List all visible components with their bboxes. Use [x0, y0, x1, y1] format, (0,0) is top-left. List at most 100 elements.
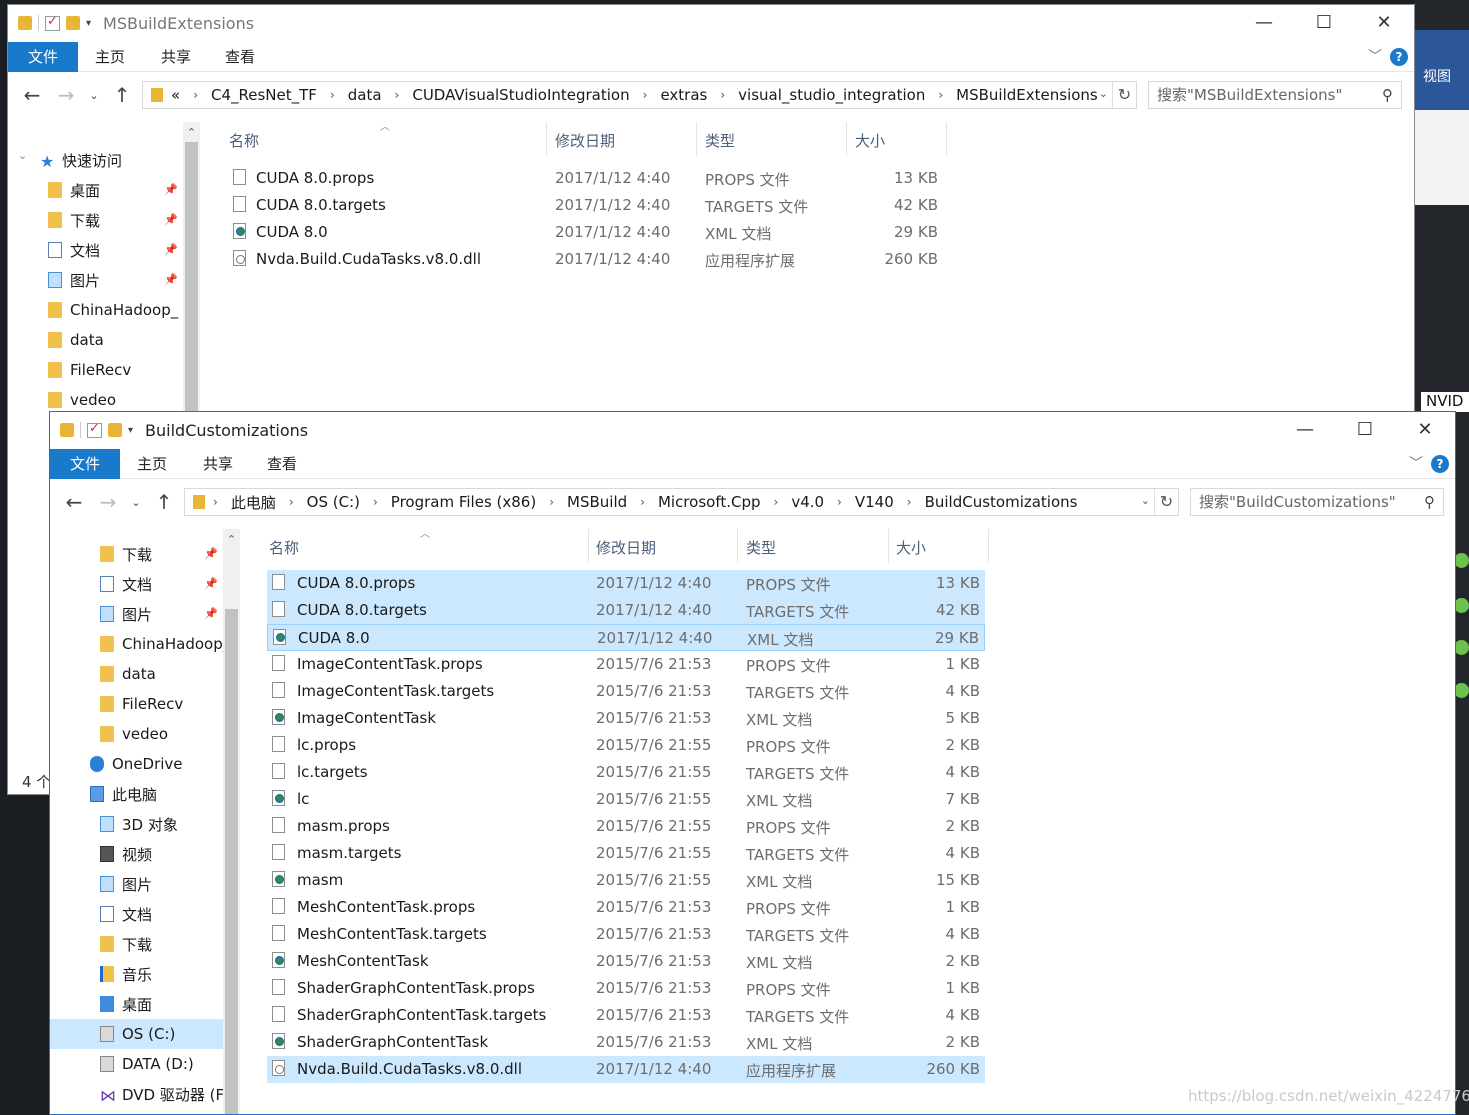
- column-type[interactable]: 类型: [746, 537, 776, 558]
- title-bar[interactable]: ▾ BuildCustomizations — ☐ ✕: [50, 412, 1455, 448]
- nav-item[interactable]: ChinaHadoop_: [8, 295, 182, 325]
- breadcrumb-item[interactable]: visual_studio_integration: [738, 86, 925, 104]
- nav-item[interactable]: 3D 对象: [50, 809, 224, 839]
- table-row[interactable]: masm 2015/7/6 21:55 XML 文档 15 KB: [267, 867, 985, 894]
- table-row[interactable]: lc 2015/7/6 21:55 XML 文档 7 KB: [267, 786, 985, 813]
- breadcrumb-item[interactable]: CUDAVisualStudioIntegration: [412, 86, 629, 104]
- table-row[interactable]: MeshContentTask.targets 2015/7/6 21:53 TAR…: [267, 921, 985, 948]
- forward-icon[interactable]: →: [91, 490, 125, 514]
- pin-icon[interactable]: 📌: [204, 577, 218, 590]
- breadcrumb-separator-icon[interactable]: ›: [330, 88, 335, 102]
- new-folder-icon[interactable]: [66, 16, 80, 30]
- nav-scrollbar[interactable]: ⌃: [223, 529, 240, 1114]
- pin-icon[interactable]: 📌: [204, 547, 218, 560]
- nav-item[interactable]: 音乐: [50, 959, 224, 989]
- nav-item[interactable]: 图片: [50, 869, 224, 899]
- breadcrumb-separator-icon[interactable]: ›: [549, 495, 554, 509]
- nav-item[interactable]: ChinaHadoop_: [50, 629, 230, 659]
- help-icon[interactable]: ?: [1431, 455, 1449, 473]
- nav-item[interactable]: OS (C:): [50, 1019, 224, 1049]
- table-row[interactable]: ImageContentTask.props 2015/7/6 21:53 PROP…: [267, 651, 985, 678]
- search-icon[interactable]: ⚲: [1382, 82, 1393, 108]
- breadcrumb-item[interactable]: Microsoft.Cpp: [658, 493, 761, 511]
- tab-view[interactable]: 查看: [260, 449, 304, 479]
- customize-dropdown-icon[interactable]: ▾: [86, 18, 91, 29]
- column-size[interactable]: 大小: [896, 537, 926, 558]
- table-row[interactable]: ShaderGraphContentTask.targets 2015/7/6 2…: [267, 1002, 985, 1029]
- expand-ribbon-icon[interactable]: ﹀: [1368, 46, 1382, 66]
- customize-dropdown-icon[interactable]: ▾: [128, 425, 133, 436]
- minimize-icon[interactable]: —: [1275, 412, 1335, 448]
- pin-icon[interactable]: 📌: [164, 213, 178, 226]
- breadcrumb-separator-icon[interactable]: ›: [907, 495, 912, 509]
- maximize-icon[interactable]: ☐: [1294, 5, 1354, 41]
- table-row[interactable]: Nvda.Build.CudaTasks.v8.0.dll 2017/1/12 4…: [228, 246, 948, 273]
- table-row[interactable]: ShaderGraphContentTask.props 2015/7/6 21:…: [267, 975, 985, 1002]
- table-row[interactable]: ImageContentTask 2015/7/6 21:53 XML 文档 5 KB: [267, 705, 985, 732]
- breadcrumb-separator-icon[interactable]: ›: [774, 495, 779, 509]
- address-dropdown-icon[interactable]: ⌄: [1141, 494, 1150, 507]
- table-row[interactable]: MeshContentTask 2015/7/6 21:53 XML 文档 2 KB: [267, 948, 985, 975]
- tab-view[interactable]: 查看: [218, 42, 262, 72]
- tab-file[interactable]: 文件: [8, 42, 78, 72]
- breadcrumb-separator-icon[interactable]: ›: [193, 88, 198, 102]
- expand-ribbon-icon[interactable]: ﹀: [1409, 453, 1423, 473]
- column-name[interactable]: 名称: [269, 537, 299, 558]
- tab-share[interactable]: 共享: [196, 449, 240, 479]
- title-bar[interactable]: ▾ MSBuildExtensions — ☐ ✕: [8, 5, 1414, 41]
- breadcrumb-item[interactable]: MSBuildExtensions: [956, 86, 1098, 104]
- breadcrumb-item[interactable]: data: [348, 86, 382, 104]
- column-type[interactable]: 类型: [705, 130, 735, 151]
- nav-item[interactable]: 文档: [50, 899, 224, 929]
- search-icon[interactable]: ⚲: [1424, 489, 1435, 515]
- table-row[interactable]: CUDA 8.0.props 2017/1/12 4:40 PROPS 文件 13 K…: [267, 570, 985, 597]
- tab-home[interactable]: 主页: [88, 42, 132, 72]
- column-size[interactable]: 大小: [855, 130, 885, 151]
- nav-item[interactable]: 图片 📌: [50, 599, 224, 629]
- table-row[interactable]: lc.props 2015/7/6 21:55 PROPS 文件 2 KB: [267, 732, 985, 759]
- table-row[interactable]: CUDA 8.0 2017/1/12 4:40 XML 文档 29 KB: [228, 219, 948, 246]
- scroll-up-icon[interactable]: ⌃: [223, 533, 240, 546]
- breadcrumb-item[interactable]: v4.0: [791, 493, 824, 511]
- table-row[interactable]: ShaderGraphContentTask 2015/7/6 21:53 XML …: [267, 1029, 985, 1056]
- breadcrumb-item[interactable]: BuildCustomizations: [925, 493, 1078, 511]
- breadcrumb-item[interactable]: C4_ResNet_TF: [211, 86, 317, 104]
- table-row[interactable]: masm.targets 2015/7/6 21:55 TARGETS 文件 4 KB: [267, 840, 985, 867]
- table-row[interactable]: ImageContentTask.targets 2015/7/6 21:53 TA…: [267, 678, 985, 705]
- breadcrumb-separator-icon[interactable]: ›: [395, 88, 400, 102]
- nav-item[interactable]: 文档 📌: [8, 235, 182, 265]
- column-date[interactable]: 修改日期: [596, 537, 656, 558]
- table-row[interactable]: MeshContentTask.props 2015/7/6 21:53 PROPS…: [267, 894, 985, 921]
- breadcrumb-separator-icon[interactable]: ›: [643, 88, 648, 102]
- tab-file[interactable]: 文件: [50, 449, 120, 479]
- properties-icon[interactable]: [45, 14, 60, 31]
- recent-locations-icon[interactable]: ⌄: [125, 496, 147, 509]
- scroll-thumb[interactable]: [185, 142, 198, 412]
- nav-item[interactable]: 图片 📌: [8, 265, 182, 295]
- nav-item[interactable]: FileRecv: [8, 355, 182, 385]
- back-icon[interactable]: ←: [57, 490, 91, 514]
- maximize-icon[interactable]: ☐: [1335, 412, 1395, 448]
- breadcrumb-separator-icon[interactable]: ›: [837, 495, 842, 509]
- breadcrumb-item[interactable]: extras: [660, 86, 707, 104]
- breadcrumb-separator-icon[interactable]: ›: [720, 88, 725, 102]
- nav-item[interactable]: 此电脑: [50, 779, 224, 809]
- recent-locations-icon[interactable]: ⌄: [83, 89, 105, 102]
- table-row[interactable]: masm.props 2015/7/6 21:55 PROPS 文件 2 KB: [267, 813, 985, 840]
- breadcrumb-separator-icon[interactable]: ›: [938, 88, 943, 102]
- chevron-down-icon[interactable]: ⌄: [18, 149, 27, 162]
- column-name[interactable]: 名称: [229, 130, 259, 151]
- help-icon[interactable]: ?: [1390, 48, 1408, 66]
- scroll-thumb[interactable]: [225, 609, 238, 1114]
- pin-icon[interactable]: 📌: [164, 243, 178, 256]
- nav-item[interactable]: 下载 📌: [8, 205, 182, 235]
- pin-icon[interactable]: 📌: [164, 273, 178, 286]
- minimize-icon[interactable]: —: [1234, 5, 1294, 41]
- breadcrumb-item[interactable]: 此电脑: [231, 492, 276, 513]
- properties-icon[interactable]: [87, 421, 102, 438]
- breadcrumb-separator-icon[interactable]: ›: [213, 495, 218, 509]
- nav-item[interactable]: 视频: [50, 839, 224, 869]
- back-icon[interactable]: ←: [15, 83, 49, 107]
- nav-item[interactable]: data: [8, 325, 182, 355]
- search-box[interactable]: 搜索"MSBuildExtensions" ⚲: [1148, 81, 1402, 109]
